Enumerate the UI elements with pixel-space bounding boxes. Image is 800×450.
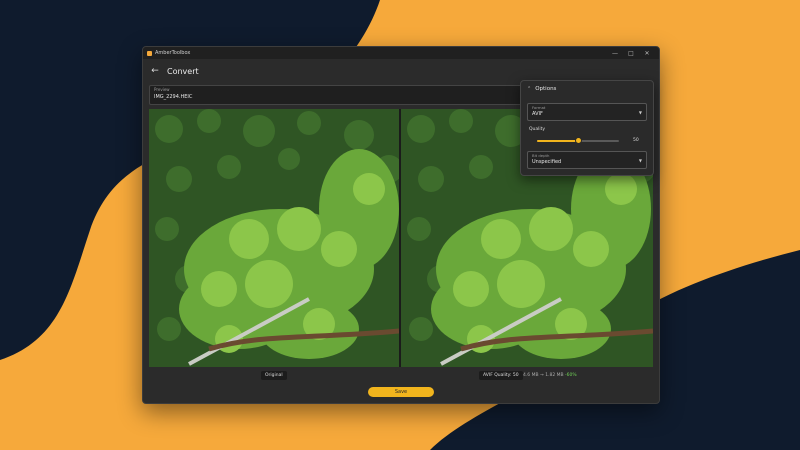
preview-label: Preview [154,87,170,92]
original-caption: Original [261,371,287,380]
title-bar: AmberToolbox — □ ✕ [143,47,659,59]
options-panel: ⌃ Options Format AVIF ▼ Quality 50 Bit d… [520,80,654,176]
format-label: Format [532,105,546,110]
options-title: Options [535,86,557,92]
quality-value: 50 [633,138,639,143]
app-title: AmberToolbox [155,50,191,56]
dropdown-arrow-icon: ▼ [638,158,642,163]
bit-depth-select[interactable]: Bit depth Unspecified ▼ [527,151,647,169]
options-header[interactable]: ⌃ Options [527,86,556,92]
size-delta: -60% [565,373,577,378]
quality-slider-fill [537,140,578,142]
size-info-text: 4.6 MB → 1.82 MB [523,373,564,378]
quality-label: Quality [529,127,546,132]
back-arrow-icon[interactable]: ← [149,66,161,76]
format-value: AVIF [532,111,543,117]
page-title: Convert [167,66,199,76]
maximize-button[interactable]: □ [623,50,639,57]
dropdown-arrow-icon: ▼ [638,110,642,115]
save-button[interactable]: Save [368,387,434,397]
quality-slider[interactable] [537,137,619,144]
bit-depth-value: Unspecified [532,159,562,165]
format-select[interactable]: Format AVIF ▼ [527,103,647,121]
original-image [149,109,399,367]
chevron-up-icon[interactable]: ⌃ [527,86,531,92]
quality-slider-thumb[interactable] [574,137,582,144]
preview-filename: IMG_2294.HEIC [154,94,193,100]
app-icon [147,50,152,56]
converted-caption: AVIF Quality: 50 [479,371,523,380]
page-header: ← Convert [143,61,659,81]
bit-depth-label: Bit depth [532,153,550,158]
size-info: 4.6 MB → 1.82 MB -60% [523,373,577,378]
close-button[interactable]: ✕ [639,50,655,57]
minimize-button[interactable]: — [607,50,623,57]
